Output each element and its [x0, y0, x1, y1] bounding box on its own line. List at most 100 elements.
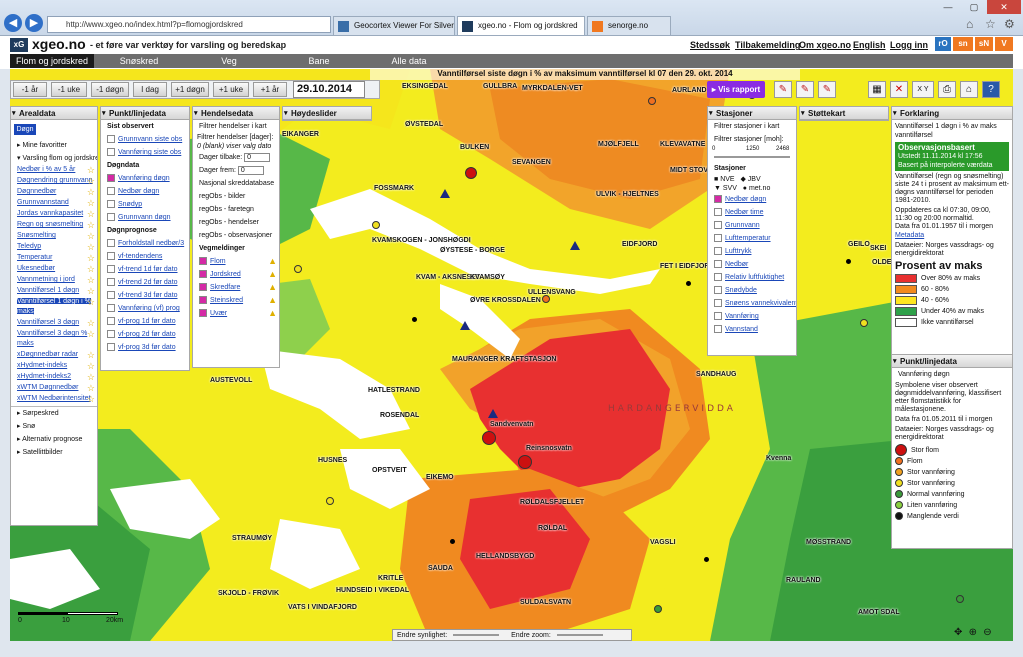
punkt-layer-label[interactable]: vf-trend 2d før dato — [118, 279, 178, 286]
checkbox-icon[interactable] — [107, 187, 115, 196]
favorite-star-icon[interactable]: ☆ — [87, 242, 95, 252]
arealdata-link-item[interactable]: Grunnvannstand ☆ — [11, 198, 97, 208]
stasjon-layer-label[interactable]: Snøens vannekvivalent — [725, 300, 796, 307]
arealdata-link-item[interactable]: xWTM Nedbørintensitet ☆ — [11, 394, 97, 404]
stasjon-layer-item[interactable]: Nedbør — [708, 258, 796, 271]
favorite-star-icon[interactable]: ☆ — [87, 297, 95, 307]
place-opstveit[interactable]: OPSTVEIT — [372, 467, 407, 474]
punkt-layer-label[interactable]: vf-trend 1d før dato — [118, 266, 178, 273]
punkt-layer-item[interactable]: Forholdstall nedbør/3 — [101, 237, 189, 250]
hendelse-group-item[interactable]: regObs - bilder — [193, 190, 279, 203]
dogn-selector[interactable]: Døgn — [14, 124, 36, 135]
minimize-button[interactable]: — — [935, 0, 961, 14]
station-stor-vannforing-marker[interactable] — [372, 221, 380, 229]
punkt-layer-item[interactable]: vf-trend 1d før dato — [101, 263, 189, 276]
btn-plus-1-day[interactable]: +1 døgn — [171, 82, 209, 97]
station-stor-flom-marker[interactable] — [465, 167, 477, 179]
checkbox-icon[interactable] — [714, 221, 722, 230]
checkbox-icon[interactable] — [714, 273, 722, 282]
station-stor-flom-marker[interactable] — [482, 431, 496, 445]
btn-today[interactable]: I dag — [133, 82, 167, 97]
place-aurland[interactable]: AURLAND — [672, 87, 707, 94]
link-tilbakemelding[interactable]: Tilbakemelding — [735, 40, 800, 50]
punkt2-header[interactable]: Punkt/linjedata — [892, 355, 1012, 368]
arealdata-link-label[interactable]: xWTM Nedbørintensitet — [17, 395, 91, 402]
checkbox-icon[interactable] — [107, 278, 115, 287]
station-missing-marker[interactable] — [704, 557, 709, 562]
back-button[interactable]: ◀ — [4, 14, 22, 32]
group-sno[interactable]: ▸ Snø — [11, 420, 97, 433]
place-bulken[interactable]: BULKEN — [460, 144, 489, 151]
arealdata-link-label[interactable]: xHydmet-indeks2 — [17, 373, 71, 380]
grid-tool-icon[interactable]: ▦ — [868, 81, 886, 98]
punkt-header[interactable]: Punkt/linjedata — [101, 107, 189, 120]
zoom-out-icon[interactable]: ⊖ — [983, 627, 991, 638]
arealdata-link-item[interactable]: Vanntilførsel 1 døgn i % maks ☆ — [11, 297, 97, 317]
arealdata-link-label[interactable]: Vanntilførsel 3 døgn — [17, 319, 79, 326]
favorite-star-icon[interactable]: ☆ — [87, 165, 95, 175]
checkbox-icon[interactable] — [714, 286, 722, 295]
checkbox-icon[interactable] — [199, 270, 207, 279]
checkbox-icon[interactable] — [107, 148, 115, 157]
hendelse-group-label[interactable]: regObs - observasjoner — [199, 232, 272, 239]
checkbox-icon[interactable] — [714, 208, 722, 217]
btn-plus-1-week[interactable]: +1 uke — [213, 82, 249, 97]
checkbox-icon[interactable] — [107, 239, 115, 248]
punkt-layer-label[interactable]: vf-tendendens — [118, 253, 162, 260]
stasjon-layer-item[interactable]: Nedbør time — [708, 206, 796, 219]
arealdata-link-item[interactable]: Temperatur ☆ — [11, 253, 97, 263]
favorite-star-icon[interactable]: ☆ — [87, 231, 95, 241]
place-husnes[interactable]: HUSNES — [318, 457, 347, 464]
punkt-layer-item[interactable]: vf-prog 2d før dato — [101, 328, 189, 341]
punkt-layer-label[interactable]: vf-prog 3d før dato — [118, 344, 176, 351]
menu-bane[interactable]: Bane — [274, 54, 364, 68]
checkbox-icon[interactable] — [199, 257, 207, 266]
punkt-layer-item[interactable]: Grunnvann siste obs — [101, 133, 189, 146]
favorite-star-icon[interactable]: ☆ — [87, 209, 95, 219]
place-mosstrand[interactable]: MØSSTRAND — [806, 539, 851, 546]
btn-minus-1-week[interactable]: -1 uke — [51, 82, 87, 97]
map-view[interactable]: HARDANGERVIDDA EKSINGEDAL GULLBRA MYRKDA… — [10, 69, 1013, 641]
link-english[interactable]: English — [853, 40, 886, 50]
xy-coordinate-button[interactable]: X Y — [912, 81, 934, 98]
checkbox-icon[interactable] — [199, 309, 207, 318]
arealdata-link-label[interactable]: Grunnvannstand — [17, 199, 69, 206]
punkt-layer-item[interactable]: Grunnvann døgn — [101, 211, 189, 224]
punkt-layer-label[interactable]: Grunnvann døgn — [118, 214, 171, 221]
place-midt-stov[interactable]: MIDT STOV — [670, 167, 708, 174]
place-vagsli[interactable]: VAGSLI — [650, 539, 676, 546]
checkbox-icon[interactable] — [714, 325, 722, 334]
maximize-button[interactable]: ▢ — [961, 0, 987, 14]
arealdata-link-label[interactable]: Teledyp — [17, 243, 41, 250]
checkbox-icon[interactable] — [199, 296, 207, 305]
place-ovstedal[interactable]: ØVSTEDAL — [405, 121, 443, 128]
arealdata-link-label[interactable]: Nedbør i % av 5 år — [17, 166, 75, 173]
punkt-layer-label[interactable]: Forholdstall nedbør/3 — [118, 240, 184, 247]
hendelse-group-item[interactable]: regObs - observasjoner — [193, 229, 279, 242]
draw-tool-icon[interactable]: ✎ — [774, 81, 792, 98]
hendelse-group-label[interactable]: regObs - faretegn — [199, 206, 254, 213]
place-amot[interactable]: AMOT SDAL — [858, 609, 900, 616]
punkt-layer-item[interactable]: Vannføring (vf) prog — [101, 302, 189, 315]
checkbox-icon[interactable] — [714, 312, 722, 321]
arealdata-link-item[interactable]: Teledyp ☆ — [11, 242, 97, 252]
print-button[interactable]: ⎙ — [938, 81, 956, 98]
arealdata-link-label[interactable]: Vanntilførsel 3 døgn % maks — [17, 330, 87, 347]
link-stedssok[interactable]: Stedssøk — [690, 40, 730, 50]
station-stor-vannforing-marker[interactable] — [860, 319, 868, 327]
help-button[interactable]: ? — [982, 81, 1000, 98]
group-sorpeskred[interactable]: ▸ Sørpeskred — [11, 407, 97, 420]
vegmelding-label[interactable]: Jordskred — [210, 271, 241, 278]
place-austevoll[interactable]: AUSTEVOLL — [210, 377, 252, 384]
hendelse-group-label[interactable]: regObs - bilder — [199, 193, 245, 200]
place-mjolfjell[interactable]: MJØLFJELL — [598, 141, 639, 148]
arealdata-link-item[interactable]: Døgnendring grunnvann ☆ — [11, 176, 97, 186]
place-rosendal[interactable]: ROSENDAL — [380, 412, 419, 419]
zoom-slider[interactable] — [556, 634, 603, 637]
vegmelding-item[interactable]: Jordskred ▲ — [193, 268, 279, 281]
arealdata-link-label[interactable]: Regn og snøsmelting — [17, 221, 83, 228]
forklaring-header[interactable]: Forklaring — [892, 107, 1012, 120]
place-suldalsvatn[interactable]: SULDALSVATN — [520, 599, 571, 606]
place-kritle[interactable]: KRITLE — [378, 575, 403, 582]
arealdata-header[interactable]: Arealdata — [11, 107, 97, 120]
